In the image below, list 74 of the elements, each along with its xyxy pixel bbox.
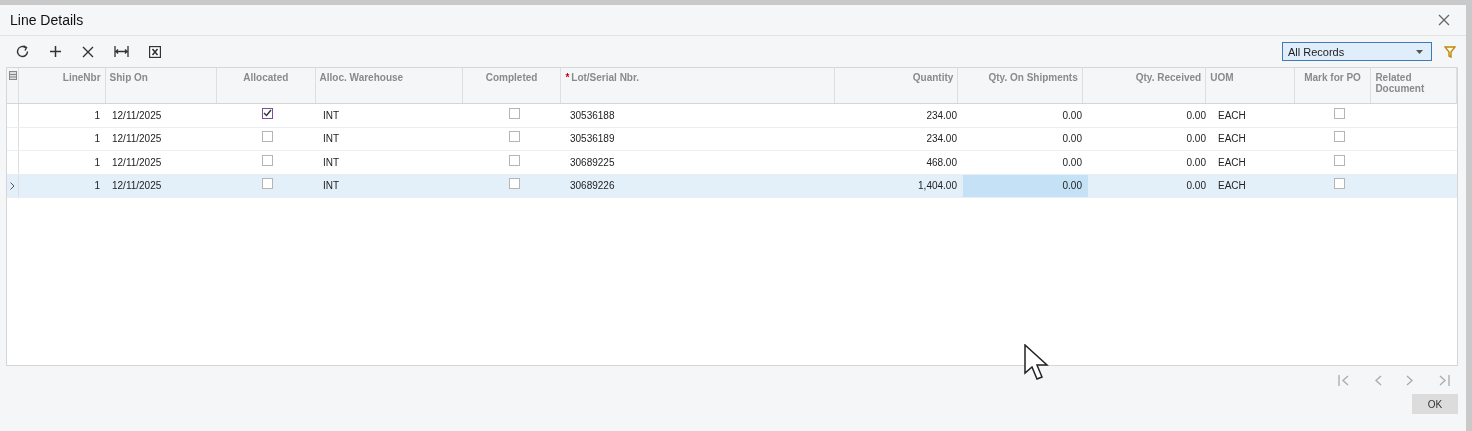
- current-row-icon: [10, 181, 15, 190]
- refresh-icon[interactable]: [16, 45, 29, 58]
- table-cell: 30536188: [570, 109, 615, 121]
- table-cell: 1: [94, 109, 100, 121]
- table-cell: 0.00: [1186, 109, 1206, 121]
- column-header[interactable]: Allocated: [243, 72, 289, 83]
- column-header[interactable]: Lot/Serial Nbr.: [571, 72, 640, 83]
- table-cell: 468.00: [926, 156, 957, 168]
- checkbox[interactable]: [262, 178, 273, 190]
- checkbox[interactable]: [509, 154, 520, 166]
- column-header[interactable]: LineNbr: [62, 72, 101, 83]
- table-cell: INT: [323, 109, 340, 121]
- table-cell: 12/11/2025: [112, 156, 162, 168]
- checkbox[interactable]: [509, 178, 520, 190]
- column-header[interactable]: Related Document: [1375, 72, 1452, 94]
- table-cell: 0.00: [1062, 180, 1082, 192]
- table-cell: 1: [94, 133, 100, 145]
- filter-dropdown[interactable]: All Records: [1282, 42, 1432, 61]
- checkbox[interactable]: [1334, 154, 1345, 166]
- table-cell: INT: [323, 180, 340, 192]
- checkbox[interactable]: [262, 107, 273, 119]
- table-cell: 0.00: [1062, 109, 1082, 121]
- ok-button[interactable]: OK: [1412, 394, 1458, 414]
- next-page-icon[interactable]: [1406, 374, 1414, 386]
- table-cell: 1: [94, 180, 100, 192]
- fit-columns-icon[interactable]: [114, 46, 129, 57]
- table-cell: 1: [94, 156, 100, 168]
- checkbox[interactable]: [262, 131, 273, 143]
- excel-export-icon[interactable]: [149, 45, 161, 58]
- table-cell: 12/11/2025: [112, 109, 162, 121]
- table-cell: 0.00: [1186, 133, 1206, 145]
- dialog-title: Line Details: [10, 12, 84, 28]
- table-cell: 30689226: [570, 180, 615, 192]
- close-icon[interactable]: [1438, 14, 1450, 26]
- column-header[interactable]: Alloc. Warehouse: [319, 72, 404, 83]
- table-cell: 30689225: [570, 156, 615, 168]
- checkbox[interactable]: [262, 154, 273, 166]
- checkbox[interactable]: [509, 107, 520, 119]
- column-settings-icon[interactable]: [8, 71, 17, 80]
- table-cell: 234.00: [926, 109, 957, 121]
- table-cell: EACH: [1218, 156, 1246, 168]
- table-cell: EACH: [1218, 180, 1246, 192]
- table-cell: INT: [323, 156, 340, 168]
- table-cell: 234.00: [926, 133, 957, 145]
- column-header[interactable]: Qty. On Shipments: [988, 72, 1078, 83]
- checkbox[interactable]: [1334, 178, 1345, 190]
- previous-page-icon[interactable]: [1374, 374, 1382, 386]
- checkbox[interactable]: [1334, 131, 1345, 143]
- column-header[interactable]: Completed: [485, 72, 538, 83]
- caret-icon: [1416, 49, 1423, 54]
- checkbox[interactable]: [1334, 107, 1345, 119]
- first-page-icon[interactable]: [1338, 374, 1350, 386]
- table-cell: 0.00: [1186, 180, 1206, 192]
- checkbox[interactable]: [509, 131, 520, 143]
- table-cell: 12/11/2025: [112, 180, 162, 192]
- required-mark: *: [565, 72, 570, 83]
- table-cell: EACH: [1218, 109, 1246, 121]
- column-header[interactable]: Quantity: [912, 72, 954, 83]
- table-cell: 0.00: [1186, 156, 1206, 168]
- filter-icon[interactable]: [1444, 45, 1456, 58]
- table-cell: EACH: [1218, 133, 1246, 145]
- table-cell: 0.00: [1062, 156, 1082, 168]
- last-page-icon[interactable]: [1438, 374, 1450, 386]
- table-cell: 0.00: [1062, 133, 1082, 145]
- table-cell: 12/11/2025: [112, 133, 162, 145]
- table-cell: 30536189: [570, 133, 615, 145]
- delete-icon[interactable]: [82, 45, 94, 58]
- table-cell: 1,404.00: [918, 180, 957, 192]
- table-cell: INT: [323, 133, 340, 145]
- column-header[interactable]: Qty. Received: [1135, 72, 1202, 83]
- column-header[interactable]: Mark for PO: [1304, 72, 1361, 83]
- add-icon[interactable]: [49, 45, 62, 58]
- column-header[interactable]: UOM: [1210, 72, 1234, 83]
- column-header[interactable]: Ship On: [109, 72, 148, 83]
